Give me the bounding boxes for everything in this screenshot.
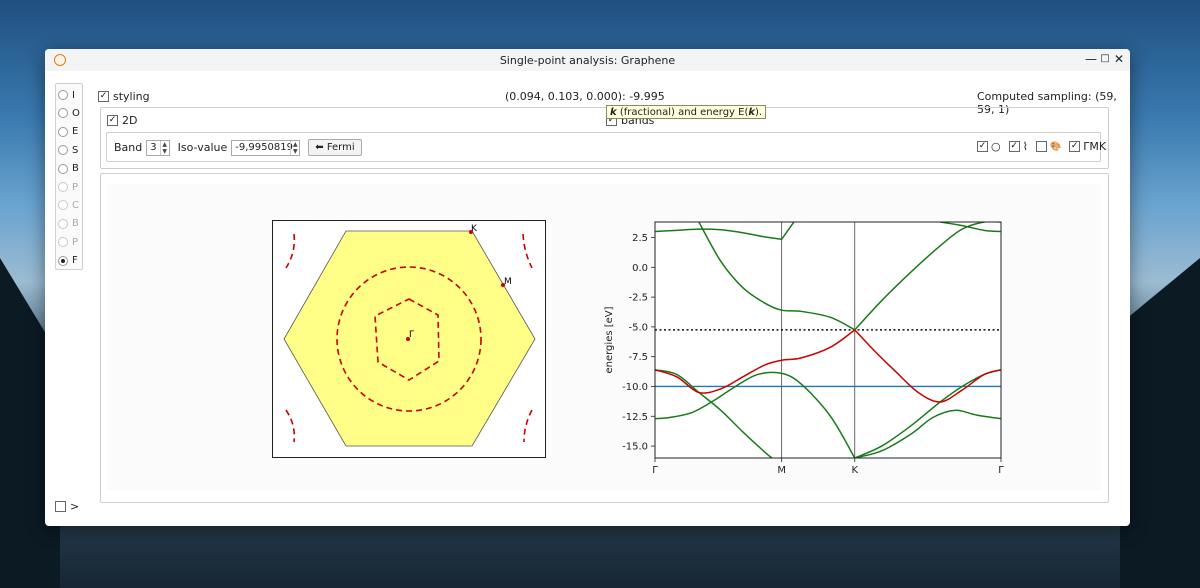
y-tick-label: -15.0 xyxy=(622,442,648,453)
tooltip-k: k xyxy=(610,107,617,118)
x-tick-label: M xyxy=(777,465,786,476)
gamma-point-label: Γ xyxy=(409,330,414,340)
curve-icon: ⌇ xyxy=(1022,140,1028,153)
sidebar-radio-label: P xyxy=(72,236,79,248)
palette-checkbox[interactable] xyxy=(1035,141,1047,152)
options-group: ✓ 2D ✓ bands Band 3 ▲ ▼ Iso-value -9,9950… xyxy=(100,107,1109,169)
radio-button[interactable] xyxy=(58,90,68,100)
sidebar-radio-2[interactable]: E xyxy=(58,125,78,139)
radio-button[interactable] xyxy=(58,108,68,119)
y-tick-label: -2.5 xyxy=(628,293,648,304)
close-button[interactable]: ✕ xyxy=(1111,51,1127,67)
tooltip-text: (fractional) and energy E( xyxy=(616,107,749,118)
chart-plot-area xyxy=(655,222,1001,458)
window-title: Single-point analysis: Graphene xyxy=(499,54,676,67)
expand-label: > xyxy=(70,500,80,513)
tooltip: k (fractional) and energy E(k). xyxy=(606,105,767,119)
radio-button[interactable] xyxy=(58,126,68,137)
styling-checkbox[interactable]: ✓ xyxy=(98,91,109,102)
display-toggles: ✓ ○ ✓ ⌇ 🎨 ✓ ΓMK xyxy=(977,140,1106,153)
view-selector: IOESBPCBPF xyxy=(55,83,83,270)
background-treeline-right xyxy=(1120,258,1200,588)
circle-icon: ○ xyxy=(991,140,1001,153)
x-tick-label: K xyxy=(851,465,858,476)
twod-option[interactable]: ✓ 2D xyxy=(107,114,137,127)
band-spinbox[interactable]: 3 ▲ ▼ xyxy=(146,139,170,156)
sidebar-radio-label: B xyxy=(72,163,79,175)
curve-checkbox[interactable]: ✓ xyxy=(1008,141,1020,152)
sidebar-radio-7[interactable]: B xyxy=(58,217,79,231)
x-tick-label: Γ xyxy=(652,465,658,476)
circle-checkbox[interactable]: ✓ xyxy=(977,141,988,152)
plot-canvas: K M Γ 2.5 0.0 -2.5 -5.0 -7.5 -10.0 -12.5 -15.0 Γ… xyxy=(107,184,1101,490)
sidebar-radio-label: O xyxy=(72,107,80,119)
twod-checkbox[interactable]: ✓ xyxy=(107,115,118,126)
expand-checkbox[interactable] xyxy=(55,501,66,512)
sidebar-radio-8[interactable]: P xyxy=(58,235,78,249)
y-tick-label: -12.5 xyxy=(622,412,648,423)
radio-button[interactable] xyxy=(58,200,68,211)
band-value[interactable]: 3 xyxy=(147,142,159,153)
styling-option[interactable]: ✓ styling xyxy=(98,90,150,103)
spin-arrows-icon[interactable]: ▲ ▼ xyxy=(159,140,169,155)
styling-label: styling xyxy=(113,90,150,103)
radio-button[interactable] xyxy=(58,145,68,156)
sidebar-radio-3[interactable]: S xyxy=(58,143,78,157)
path-label: ΓMK xyxy=(1083,140,1107,153)
tooltip-end: ). xyxy=(755,107,763,118)
fermi-button[interactable]: ⬅ Fermi xyxy=(308,139,362,156)
sidebar-radio-label: I xyxy=(72,89,75,101)
iso-label: Iso-value xyxy=(177,141,228,154)
radio-button[interactable] xyxy=(58,237,68,248)
sidebar-radio-9[interactable]: F xyxy=(58,254,78,268)
spin-arrows-icon[interactable]: ▲ ▼ xyxy=(290,140,299,155)
sidebar-radio-label: F xyxy=(72,255,78,267)
y-tick-label: 0.0 xyxy=(632,263,648,274)
cursor-readout: (0.094, 0.103, 0.000): -9.995 xyxy=(505,90,665,103)
sidebar-radio-label: P xyxy=(72,181,79,193)
sidebar-radio-1[interactable]: O xyxy=(58,106,80,120)
brillouin-zone-plot[interactable]: K M Γ xyxy=(272,220,547,460)
band-structure-chart[interactable]: 2.5 0.0 -2.5 -5.0 -7.5 -10.0 -12.5 -15.0 Γ M K Γene… xyxy=(597,218,1017,488)
sidebar-radio-4[interactable]: B xyxy=(58,162,79,176)
path-checkbox[interactable]: ✓ xyxy=(1069,141,1081,152)
band-label: Band xyxy=(114,141,143,154)
analysis-window: Single-point analysis: Graphene — □ ✕ IO… xyxy=(45,49,1130,526)
iso-spinbox[interactable]: -9,9950819 ▲ ▼ xyxy=(231,139,301,156)
sidebar-radio-0[interactable]: I xyxy=(58,88,75,102)
m-point-label: M xyxy=(504,277,512,287)
expand-toggle[interactable]: > xyxy=(55,500,79,513)
band-row: Band 3 ▲ ▼ Iso-value -9,9950819 ▲ ▼ ⬅ Ferm… xyxy=(114,139,362,156)
twod-label: 2D xyxy=(122,114,138,127)
radio-button[interactable] xyxy=(58,218,68,229)
y-tick-label: 2.5 xyxy=(632,233,648,244)
sidebar-radio-6[interactable]: C xyxy=(58,198,79,212)
sidebar-radio-label: E xyxy=(72,126,79,138)
sidebar-radio-label: S xyxy=(72,144,79,156)
y-tick-label: -7.5 xyxy=(628,352,648,363)
radio-button[interactable] xyxy=(58,182,68,192)
y-axis-label: energies [eV] xyxy=(604,306,615,373)
palette-icon: 🎨 xyxy=(1049,141,1062,152)
x-tick-label: Γ xyxy=(998,465,1004,476)
iso-value[interactable]: -9,9950819 xyxy=(232,142,293,153)
sidebar-radio-label: B xyxy=(72,218,79,230)
plot-panel: K M Γ 2.5 0.0 -2.5 -5.0 -7.5 -10.0 -12.5 -15.0 Γ… xyxy=(100,173,1109,503)
y-tick-label: -5.0 xyxy=(628,322,648,333)
y-tick-label: -10.0 xyxy=(622,382,648,393)
sidebar-radio-label: C xyxy=(72,199,79,211)
title-bar[interactable]: Single-point analysis: Graphene — □ ✕ xyxy=(45,49,1130,71)
sidebar-radio-5[interactable]: P xyxy=(58,180,78,194)
band-controls: Band 3 ▲ ▼ Iso-value -9,9950819 ▲ ▼ ⬅ Ferm… xyxy=(106,132,1106,162)
radio-button[interactable] xyxy=(58,163,68,174)
radio-button[interactable] xyxy=(58,255,68,266)
